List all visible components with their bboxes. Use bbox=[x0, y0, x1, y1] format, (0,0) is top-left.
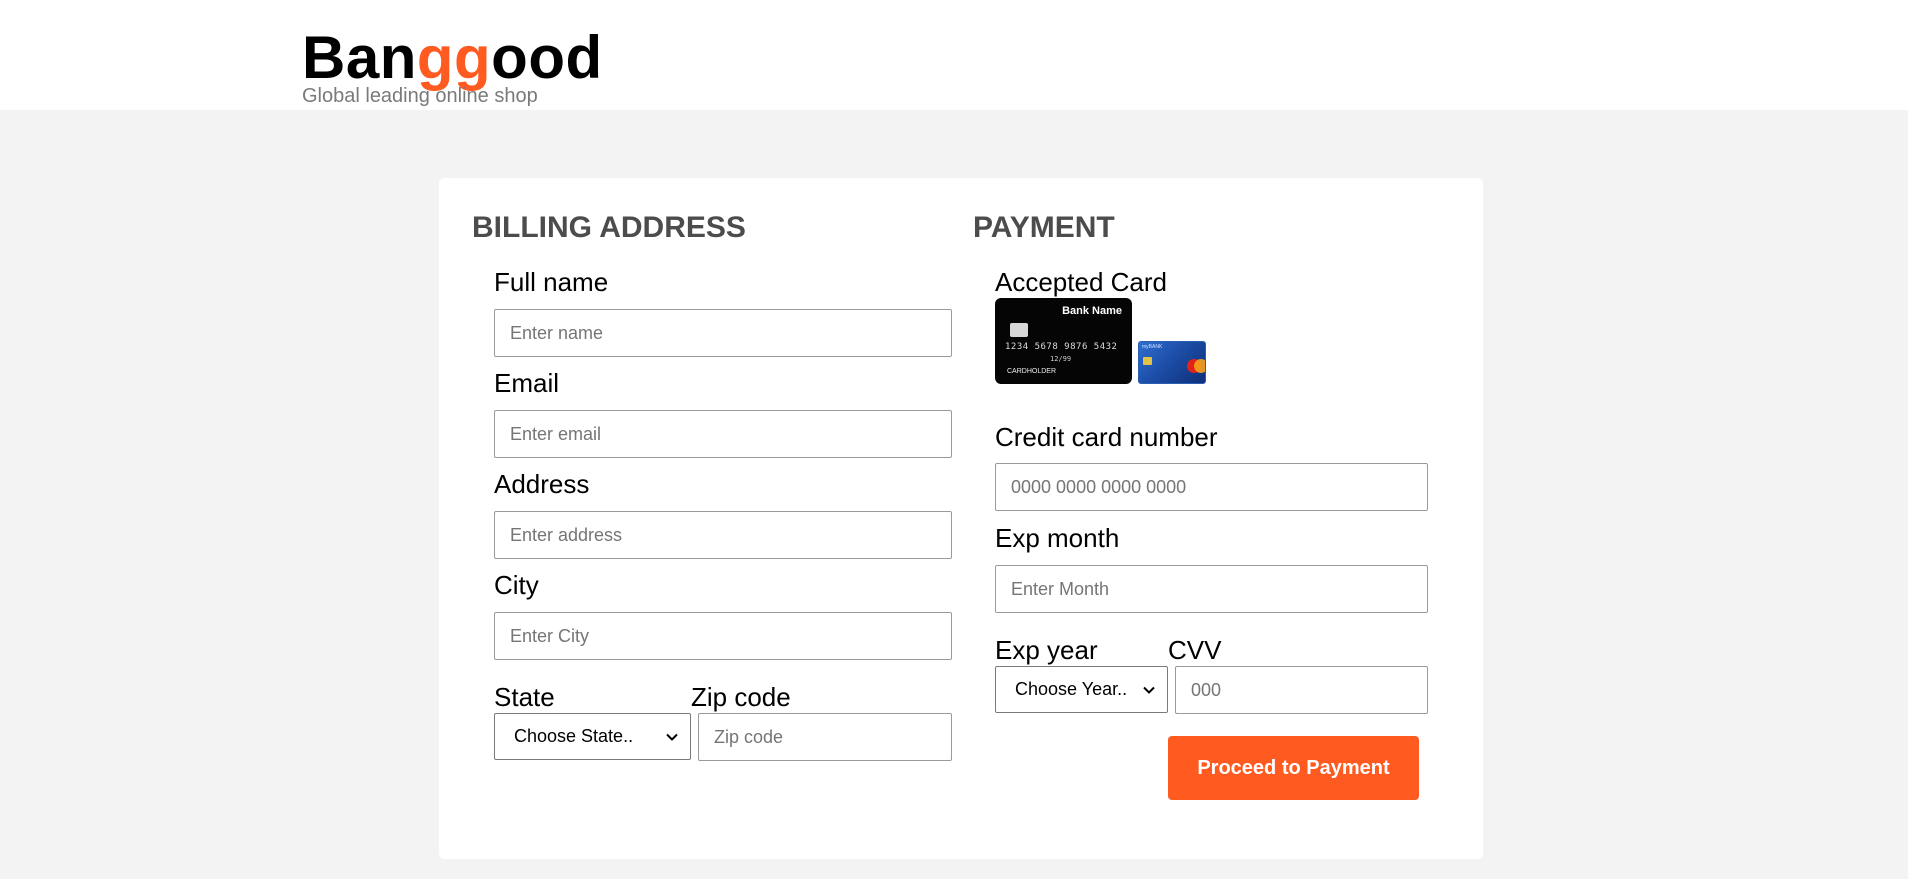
state-select[interactable]: Choose State.. bbox=[494, 713, 691, 760]
city-label: City bbox=[494, 570, 539, 600]
state-label: State bbox=[494, 682, 555, 712]
card-number-text: 1234 5678 9876 5432 bbox=[1005, 342, 1118, 352]
card-expiry-text: 12/99 bbox=[1050, 355, 1072, 363]
city-input[interactable] bbox=[494, 612, 952, 660]
proceed-to-payment-button[interactable]: Proceed to Payment bbox=[1168, 736, 1419, 800]
card-chip-icon bbox=[1010, 323, 1028, 337]
logo-prefix: Ban bbox=[302, 24, 417, 91]
zip-code-label: Zip code bbox=[691, 682, 791, 712]
site-header: Banggood Global leading online shop bbox=[0, 0, 1908, 110]
chevron-down-icon bbox=[666, 733, 678, 741]
mastercard-chip-icon bbox=[1143, 357, 1152, 365]
full-name-label: Full name bbox=[494, 267, 609, 297]
exp-month-label: Exp month bbox=[995, 523, 1120, 553]
mastercard-logo-circle-icon bbox=[1194, 359, 1205, 373]
card-holder-text: CARDHOLDER bbox=[1007, 368, 1057, 375]
cvv-label: CVV bbox=[1168, 635, 1222, 665]
address-input[interactable] bbox=[494, 511, 952, 559]
logo-highlight: gg bbox=[416, 24, 492, 91]
credit-card-number-input[interactable] bbox=[995, 463, 1428, 511]
banggood-logo[interactable]: Banggood bbox=[302, 26, 603, 90]
payment-title: PAYMENT bbox=[973, 211, 1115, 244]
zip-code-input[interactable] bbox=[698, 713, 952, 761]
logo-suffix: ood bbox=[491, 24, 603, 91]
exp-year-select-value: Choose Year.. bbox=[1015, 679, 1128, 699]
credit-card-number-label: Credit card number bbox=[995, 422, 1218, 452]
exp-month-input[interactable] bbox=[995, 565, 1428, 613]
mastercard-bank-name: myBANK bbox=[1142, 344, 1163, 350]
state-select-value: Choose State.. bbox=[514, 726, 634, 746]
logo-tagline: Global leading online shop bbox=[302, 85, 538, 107]
chevron-down-icon bbox=[1143, 686, 1155, 694]
mastercard-image: myBANK bbox=[1138, 341, 1206, 384]
accepted-card-label: Accepted Card bbox=[995, 267, 1167, 297]
address-label: Address bbox=[494, 469, 590, 499]
billing-address-title: BILLING ADDRESS bbox=[472, 211, 746, 244]
cvv-input[interactable] bbox=[1175, 666, 1428, 714]
credit-card-image: Bank Name 1234 5678 9876 5432 12/99 CARD… bbox=[995, 298, 1132, 384]
exp-year-label: Exp year bbox=[995, 635, 1098, 665]
exp-year-select[interactable]: Choose Year.. bbox=[995, 666, 1168, 713]
email-input[interactable] bbox=[494, 410, 952, 458]
full-name-input[interactable] bbox=[494, 309, 952, 357]
email-label: Email bbox=[494, 368, 560, 398]
card-bank-name: Bank Name bbox=[1062, 305, 1122, 317]
